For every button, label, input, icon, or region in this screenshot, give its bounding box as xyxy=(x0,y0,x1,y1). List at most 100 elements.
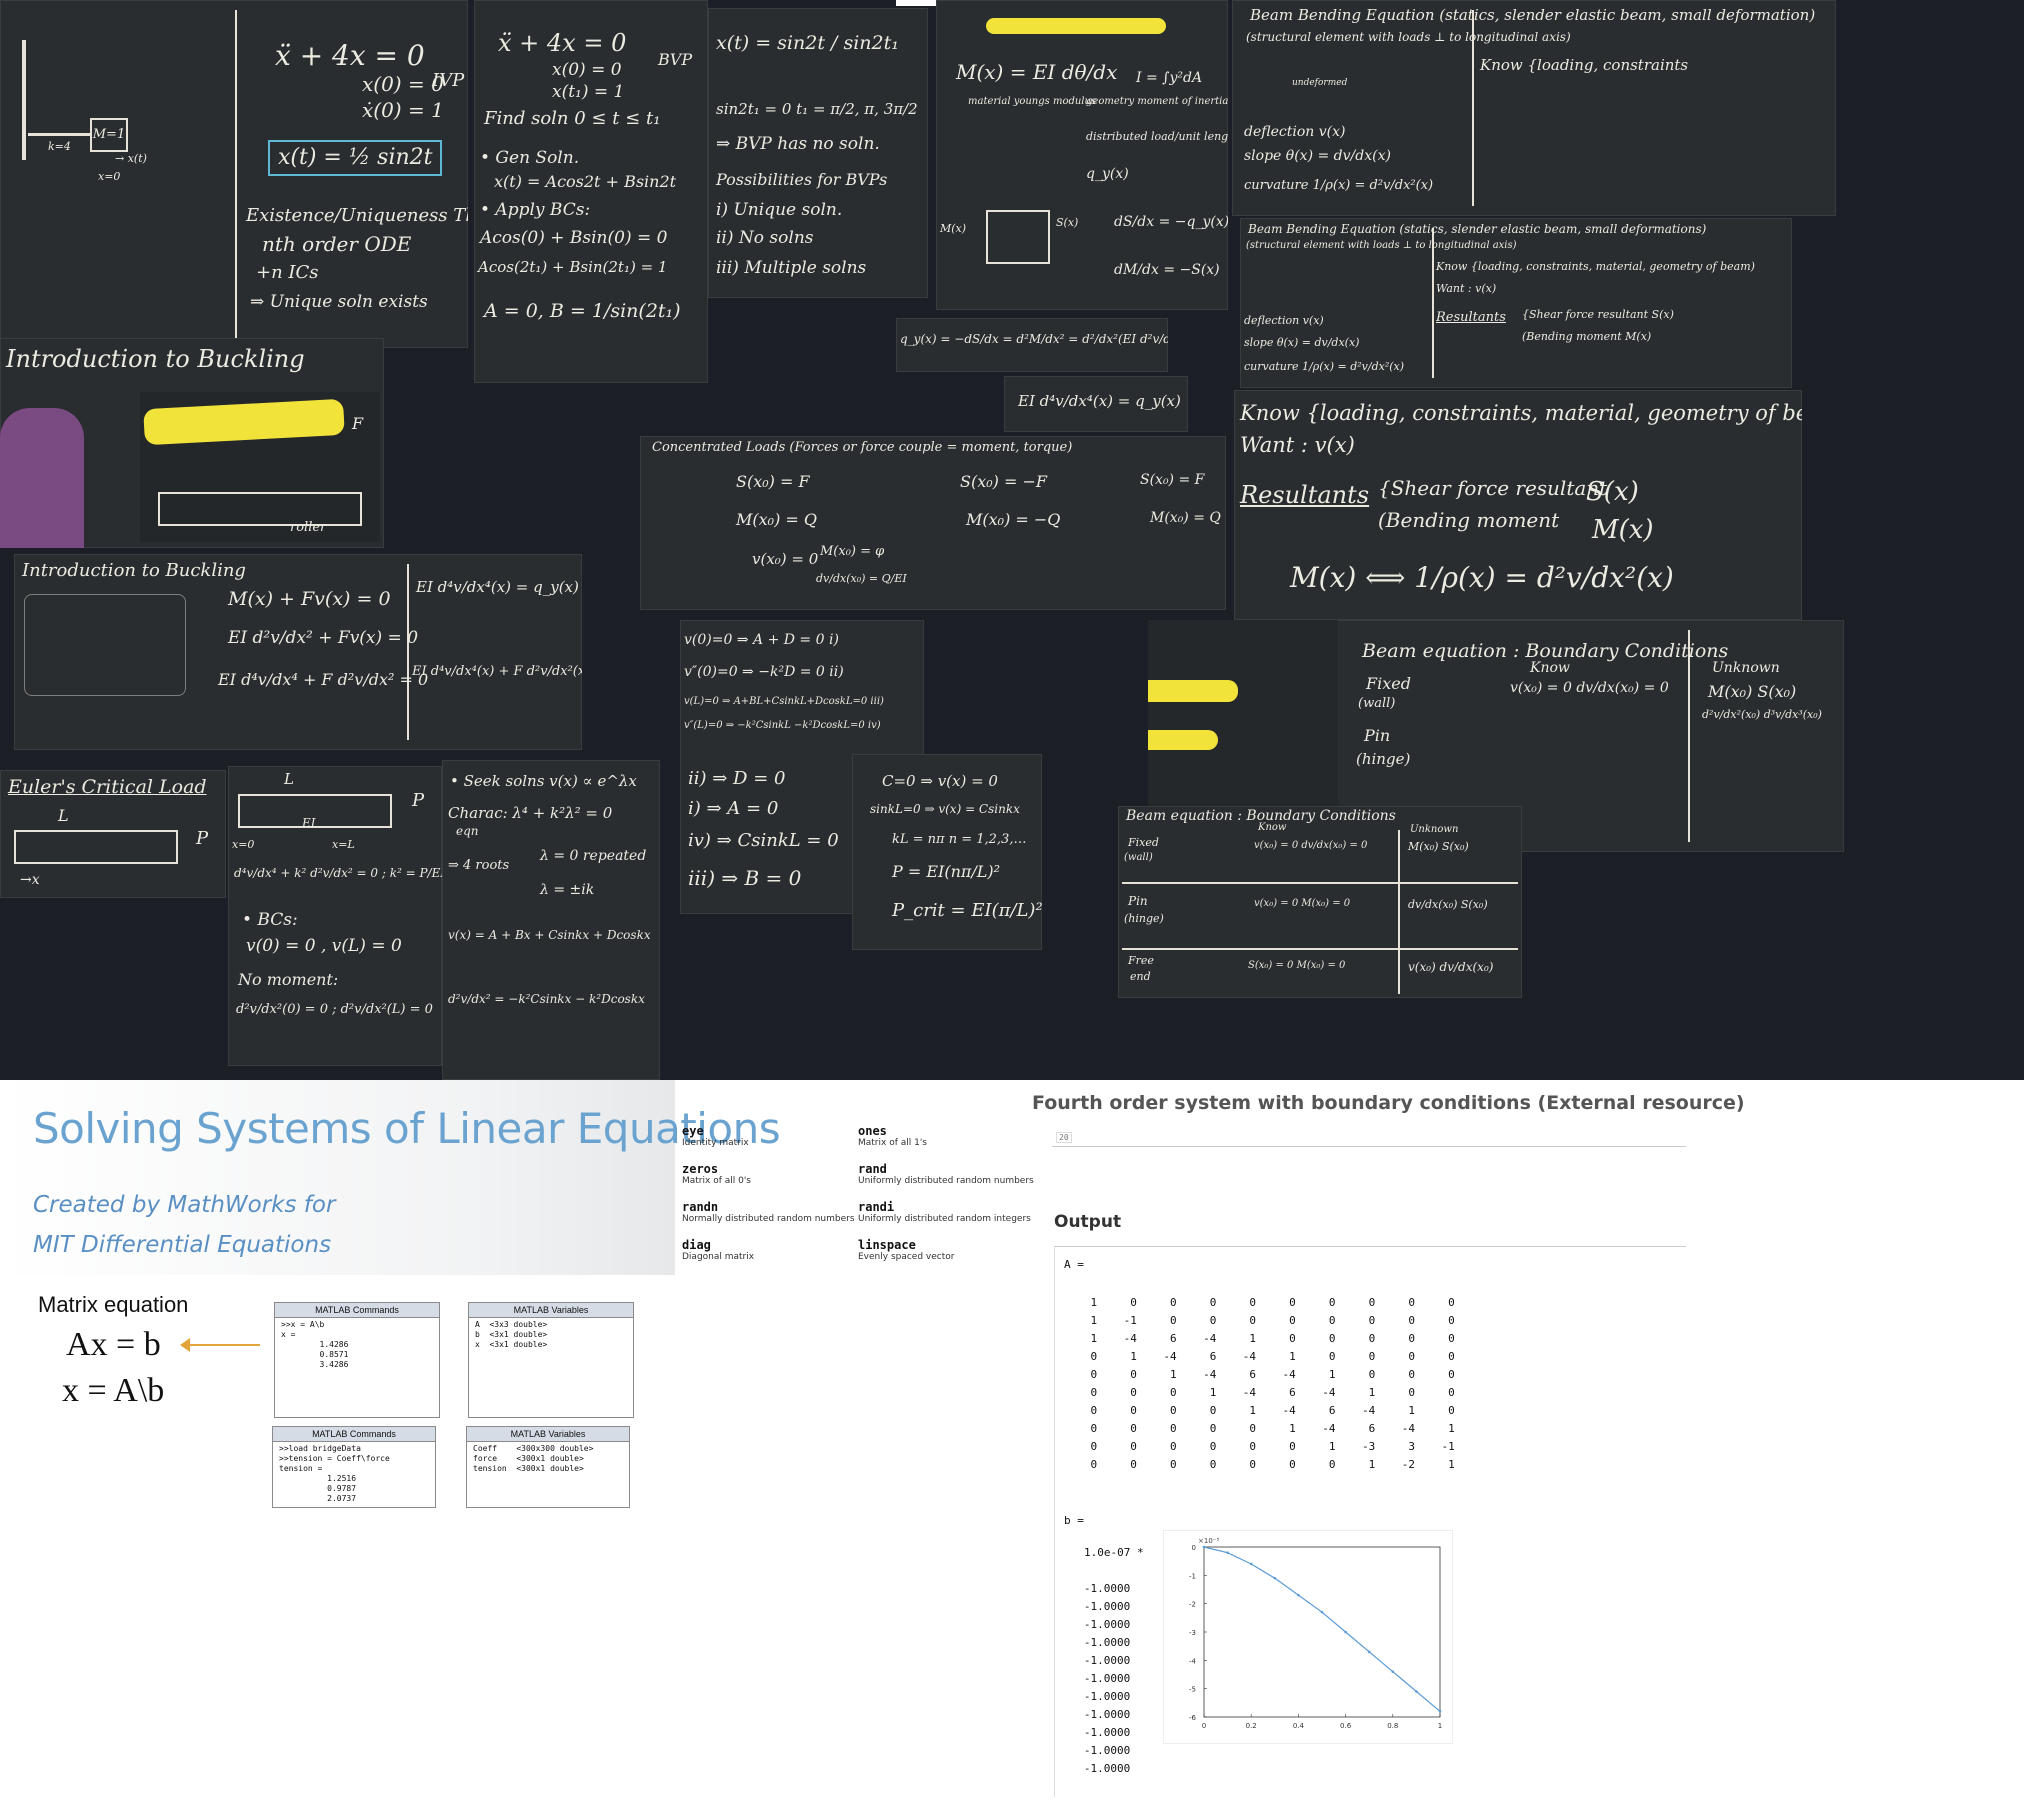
board-beam-bending-1: Beam Bending Equation (statics, slender … xyxy=(1232,0,1836,216)
euler-title: Euler's Critical Load xyxy=(8,776,207,798)
lecture-collage: M=1 k=4 → x(t) x=0 ẍ + 4x = 0 x(0) = 0 ẋ… xyxy=(0,0,2024,1080)
qy-eq: q_y(x) = −dS/dx = d²M/dx² = d²/dx²(EI d²… xyxy=(900,332,1168,346)
bc2-know: Know xyxy=(1258,822,1287,833)
crit-1: C=0 ⇒ v(x) = 0 xyxy=(882,772,998,790)
x-tick-label: 1 xyxy=(1438,1722,1442,1730)
matrix-eq-1: Ax = b xyxy=(66,1326,161,1363)
buckling-photo: F roller xyxy=(140,392,380,542)
setup-x0: x=0 xyxy=(232,838,255,851)
window-body: Coeff <300x300 double> force <300x1 doub… xyxy=(473,1444,594,1473)
setup-L: L xyxy=(284,770,294,788)
mc-qy: q_y(x) xyxy=(1086,166,1129,182)
theorem: Existence/Uniqueness Thm: xyxy=(246,205,468,226)
bb1-sub: (structural element with loads ⊥ to long… xyxy=(1246,30,1571,44)
fn-desc: Uniformly distributed random integers xyxy=(858,1214,1031,1224)
fn-name: randn xyxy=(682,1200,719,1214)
mc-s: S(x) xyxy=(1056,216,1079,229)
crit-4: P = EI(nπ/L)² xyxy=(892,862,1001,881)
data-point xyxy=(1391,1670,1395,1673)
mass-box: M=1 xyxy=(90,118,128,152)
plot-frame xyxy=(1203,1546,1441,1718)
y-tick-label: -6 xyxy=(1189,1714,1197,1722)
foam-beam-2 xyxy=(986,18,1166,34)
beam-eq: EI d⁴v/dx⁴(x) = q_y(x) xyxy=(1018,392,1181,410)
solution: x(t) = ½ sin2t xyxy=(268,140,443,176)
arrow-head-icon xyxy=(180,1338,190,1352)
buckling-e4: EI d⁴v/dx⁴(x) = q_y(x) xyxy=(416,578,579,596)
conc-m3: M(x₀) = Q xyxy=(1150,510,1221,526)
mc-m: M(x) xyxy=(940,222,967,235)
euler-L: L xyxy=(58,806,69,825)
bc2-pin: Pin xyxy=(1128,894,1148,908)
bc2-uf: M(x₀) S(x₀) xyxy=(1408,840,1469,853)
y-tick-label: -3 xyxy=(1189,1629,1196,1637)
crit-3: kL = nπ n = 1,2,3,… xyxy=(892,832,1027,847)
code-cell[interactable]: 20 xyxy=(1052,1130,1686,1147)
euler-x: →x xyxy=(20,872,40,888)
setup-nomom: No moment: xyxy=(238,970,339,989)
bc1-hinge: (hinge) xyxy=(1356,750,1411,768)
matlab-variables-1: MATLAB Variables A <3x3 double> b <3x1 d… xyxy=(468,1302,634,1418)
axis-label: → x(t) xyxy=(115,152,147,165)
fn-desc: Matrix of all 1's xyxy=(858,1138,927,1148)
bvp-p3: iii) Multiple solns xyxy=(716,258,867,278)
vector-b: -1.0000 -1.0000 -1.0000 -1.0000 -1.0000 … xyxy=(1083,1582,1131,1775)
bb1-slope: slope θ(x) = dv/dx(x) xyxy=(1244,148,1391,164)
matlab-commands-2: MATLAB Commands >>load bridgeData >>tens… xyxy=(272,1426,436,1508)
origin-label: x=0 xyxy=(98,170,121,183)
plot-svg: ×10⁻⁵0-1-2-3-4-5-60 0.2 0.4 0.6 0.8 1 xyxy=(1189,1537,1442,1730)
external-resource-title[interactable]: Fourth order system with boundary condit… xyxy=(1032,1092,1745,1114)
matrix-a: 1 0 0 0 0 0 0 0 0 0 1 -1 0 0 0 0 0 0 0 0… xyxy=(1090,1296,1455,1471)
bvp-p2: ii) No solns xyxy=(716,228,814,248)
data-point xyxy=(1226,1551,1229,1554)
bb1-defl: deflection v(x) xyxy=(1244,124,1346,140)
foam-beam xyxy=(143,398,345,446)
bc2-kp: v(x₀) = 0 M(x₀) = 0 xyxy=(1254,898,1351,909)
foam-beam-3 xyxy=(1148,680,1238,702)
seek-chr: Charac: λ⁴ + k²λ² = 0 xyxy=(448,804,613,822)
bc2-kf: v(x₀) = 0 dv/dx(x₀) = 0 xyxy=(1254,840,1368,851)
crit-2: sinkL=0 ⇒ v(x) = Csinkx xyxy=(870,802,1020,816)
board-resultants: Know {loading, constraints, material, ge… xyxy=(1234,390,1802,620)
setup-e1: d⁴v/dx⁴ + k² d²v/dx² = 0 ; k² = P/EI xyxy=(234,866,442,880)
bc2-free: Free xyxy=(1128,954,1154,967)
presenter xyxy=(0,408,84,548)
y-tick-label: -4 xyxy=(1189,1657,1197,1665)
crit-5: P_crit = EI(π/L)² xyxy=(892,900,1042,921)
window-title: MATLAB Variables xyxy=(469,1303,633,1318)
bc2-up: dv/dx(x₀) S(x₀) xyxy=(1408,898,1488,911)
y-tick-label: -5 xyxy=(1189,1686,1196,1694)
arrow-icon xyxy=(184,1344,260,1346)
bb1-curv: curvature 1/ρ(x) = d²v/dx²(x) xyxy=(1244,178,1434,193)
buckling-e5: EI d⁴v/dx⁴(x) + F d²v/dx²(x) = q_y(x) xyxy=(412,664,582,679)
board-buckling-eqs: Introduction to Buckling M(x) + Fv(x) = … xyxy=(14,554,582,750)
fn-desc: Uniformly distributed random numbers xyxy=(858,1176,1034,1186)
x-tick-label: 0.6 xyxy=(1340,1722,1352,1730)
series-line xyxy=(1203,1546,1441,1712)
board-beam-eq: EI d⁴v/dx⁴(x) = q_y(x) xyxy=(1004,376,1188,432)
bvp-poss: Possibilities for BVPs xyxy=(716,170,888,189)
spring-label: k=4 xyxy=(48,140,71,153)
board-seek-solns: • Seek solns v(x) ∝ e^λx Charac: λ⁴ + k²… xyxy=(442,760,660,1080)
apply-4: v″(L)=0 ⇒ −k²CsinkL −k²DcoskL=0 iv) xyxy=(684,720,881,731)
res-rel: M(x) ⟺ 1/ρ(x) = d²v/dx²(x) xyxy=(1290,561,1674,594)
bc2-hinge: (hinge) xyxy=(1124,912,1164,925)
solution-box: x(t) = ½ sin2t xyxy=(268,140,443,176)
apply-5: ii) ⇒ D = 0 xyxy=(688,768,786,789)
apply-3: v(L)=0 ⇒ A+BL+CsinkL+DcoskL=0 iii) xyxy=(684,696,884,707)
data-point xyxy=(1367,1650,1371,1654)
window-body: A <3x3 double> b <3x1 double> x <3x1 dou… xyxy=(475,1320,548,1349)
output-left-border xyxy=(1054,1247,1055,1797)
bc1-kf: v(x₀) = 0 dv/dx(x₀) = 0 xyxy=(1510,680,1669,696)
board-bvp: ẍ + 4x = 0 x(0) = 0 x(t₁) = 1 BVP Find s… xyxy=(474,0,708,383)
board-qy-equation: q_y(x) = −dS/dx = d²M/dx² = d²/dx²(EI d²… xyxy=(896,318,1168,372)
fn-desc: Evenly spaced vector xyxy=(858,1252,955,1262)
white-strip xyxy=(896,0,936,6)
buckling-e3: EI d⁴v/dx⁴ + F d²v/dx² = 0 xyxy=(218,670,429,689)
bvp-tag: BVP xyxy=(658,50,693,69)
board-intro-buckling: Introduction to Buckling F roller xyxy=(0,338,384,548)
window-body: >>x = A\b x = 1.4286 0.8571 3.4286 xyxy=(281,1320,349,1369)
y-tick-label: -2 xyxy=(1189,1601,1196,1609)
data-point xyxy=(1297,1593,1300,1597)
bvp-apply: • Apply BCs: xyxy=(480,200,591,220)
